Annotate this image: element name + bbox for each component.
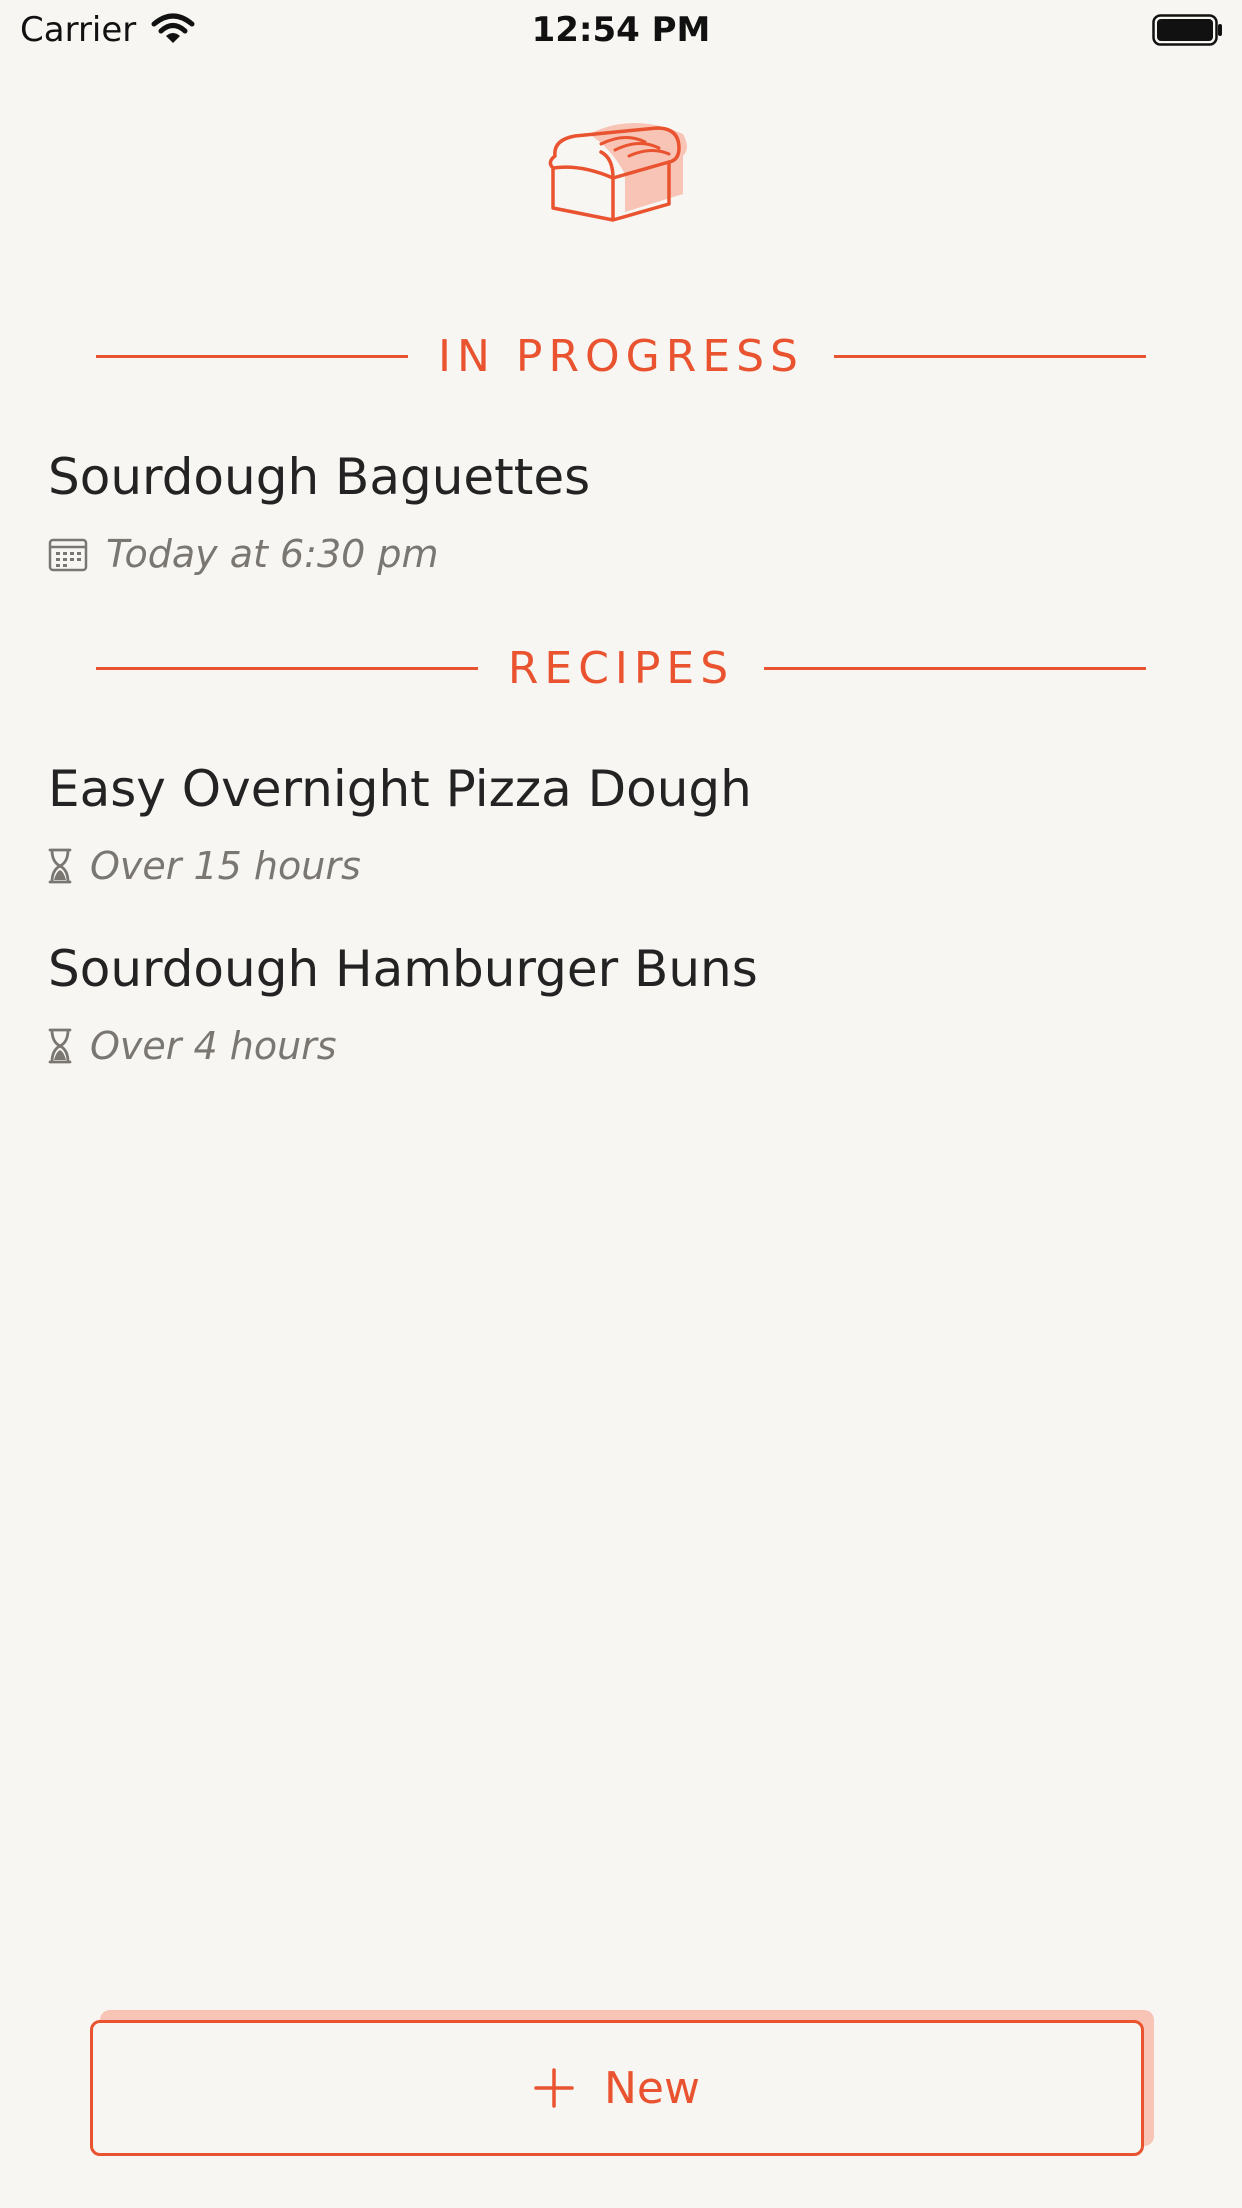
in-progress-item[interactable]: Sourdough Baguettes Today at 6:30 pm xyxy=(48,448,1198,576)
new-button[interactable]: New xyxy=(90,2020,1144,2156)
item-meta: Over 15 hours xyxy=(48,844,1198,888)
calendar-icon xyxy=(48,538,88,572)
item-title: Sourdough Hamburger Buns xyxy=(48,940,758,998)
header-rule-left xyxy=(96,354,409,358)
item-schedule: Today at 6:30 pm xyxy=(106,532,439,576)
item-title: Sourdough Baguettes xyxy=(48,448,591,506)
header-rule-left xyxy=(96,666,478,670)
bread-loaf-icon xyxy=(548,123,687,222)
item-meta: Today at 6:30 pm xyxy=(48,532,1198,576)
item-duration: Over 4 hours xyxy=(90,1024,337,1068)
item-duration: Over 15 hours xyxy=(90,844,361,888)
in-progress-title: IN PROGRESS xyxy=(438,330,804,382)
recipes-title: RECIPES xyxy=(507,642,735,694)
status-time: 12:54 PM xyxy=(531,10,711,50)
status-bar: Carrier 12:54 PM xyxy=(0,0,1242,62)
hourglass-icon xyxy=(48,848,72,884)
header-rule-right xyxy=(833,354,1147,358)
plus-icon xyxy=(534,2068,574,2108)
recipe-item[interactable]: Sourdough Hamburger Buns Over 4 hours xyxy=(48,940,1198,1068)
header-rule-right xyxy=(764,666,1146,670)
recipes-header: RECIPES xyxy=(96,638,1146,698)
item-meta: Over 4 hours xyxy=(48,1024,1198,1068)
item-title: Easy Overnight Pizza Dough xyxy=(48,760,752,818)
battery-icon xyxy=(1152,14,1222,46)
hourglass-icon xyxy=(48,1028,72,1064)
in-progress-header: IN PROGRESS xyxy=(96,326,1147,386)
new-button-label: New xyxy=(604,2062,700,2114)
recipe-item[interactable]: Easy Overnight Pizza Dough Over 15 hours xyxy=(48,760,1198,888)
